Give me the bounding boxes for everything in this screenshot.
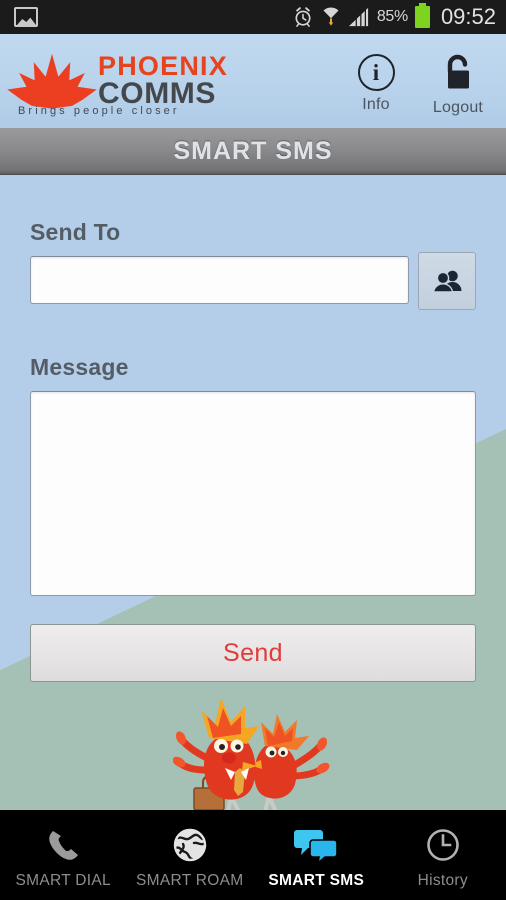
alarm-clock-icon — [295, 7, 311, 27]
info-button[interactable]: i Info — [348, 53, 404, 114]
tab-label-smart-sms: SMART SMS — [268, 872, 365, 889]
speech-bubbles-icon — [294, 824, 339, 866]
send-to-input[interactable] — [31, 257, 408, 303]
brand-block: PHOENIX COMMS Brings people closer — [0, 47, 348, 117]
header-actions: i Info Logout — [348, 53, 506, 117]
tab-smart-roam[interactable]: SMART ROAM — [127, 810, 254, 900]
brand-name-line2: COMMS — [98, 77, 216, 110]
send-to-label: Send To — [30, 219, 121, 245]
contacts-people-icon — [432, 270, 462, 293]
clock-time: 09:52 — [440, 4, 496, 29]
status-bar: 85% 09:52 — [0, 0, 506, 34]
send-button-label: Send — [223, 638, 283, 667]
bottom-tab-bar: SMART DIAL SMART ROAM SMART SMS History — [0, 810, 506, 900]
info-icon: i — [357, 53, 395, 91]
status-bar-left — [14, 7, 292, 27]
tab-smart-dial[interactable]: SMART DIAL — [0, 810, 127, 900]
brand-name-line1: PHOENIX — [98, 51, 228, 81]
photo-icon — [14, 7, 38, 27]
logout-button-label: Logout — [432, 98, 484, 116]
signal-bars-icon — [348, 7, 368, 27]
info-button-label: Info — [362, 95, 390, 113]
message-input[interactable] — [31, 392, 475, 595]
message-label: Message — [30, 354, 129, 380]
wifi-download-icon — [323, 7, 339, 26]
main-content: Send To Message Send — [0, 175, 506, 810]
battery-percent: 85% — [376, 8, 408, 25]
send-button[interactable]: Send — [30, 624, 476, 682]
page-title-bar: SMART SMS — [0, 128, 506, 175]
battery-icon — [414, 3, 430, 28]
app-screen: 85% 09:52 PHOENIX COMMS Brings people cl… — [0, 0, 506, 900]
status-bar-right: 85% 09:52 — [292, 3, 496, 30]
open-padlock-icon — [447, 54, 469, 88]
tab-label-smart-roam: SMART ROAM — [136, 872, 244, 889]
phone-handset-icon — [44, 824, 82, 866]
sms-form: Send To Message Send — [0, 219, 506, 682]
globe-icon — [172, 824, 208, 866]
page-title: SMART SMS — [173, 136, 333, 165]
send-to-row — [30, 252, 476, 310]
logout-button[interactable]: Logout — [430, 54, 486, 117]
brand-tagline: Brings people closer — [18, 105, 180, 117]
clock-icon — [425, 824, 461, 866]
tab-label-smart-dial: SMART DIAL — [15, 872, 111, 889]
tab-label-history: History — [417, 872, 468, 889]
contacts-picker-button[interactable] — [418, 252, 476, 310]
tab-smart-sms[interactable]: SMART SMS — [253, 810, 380, 900]
tab-history[interactable]: History — [380, 810, 506, 900]
phoenix-birds-mascot — [173, 698, 330, 810]
message-field[interactable] — [30, 391, 476, 596]
brand-text: PHOENIX COMMS — [98, 47, 228, 110]
app-header: PHOENIX COMMS Brings people closer i Inf… — [0, 34, 506, 128]
send-to-field[interactable] — [30, 256, 409, 304]
